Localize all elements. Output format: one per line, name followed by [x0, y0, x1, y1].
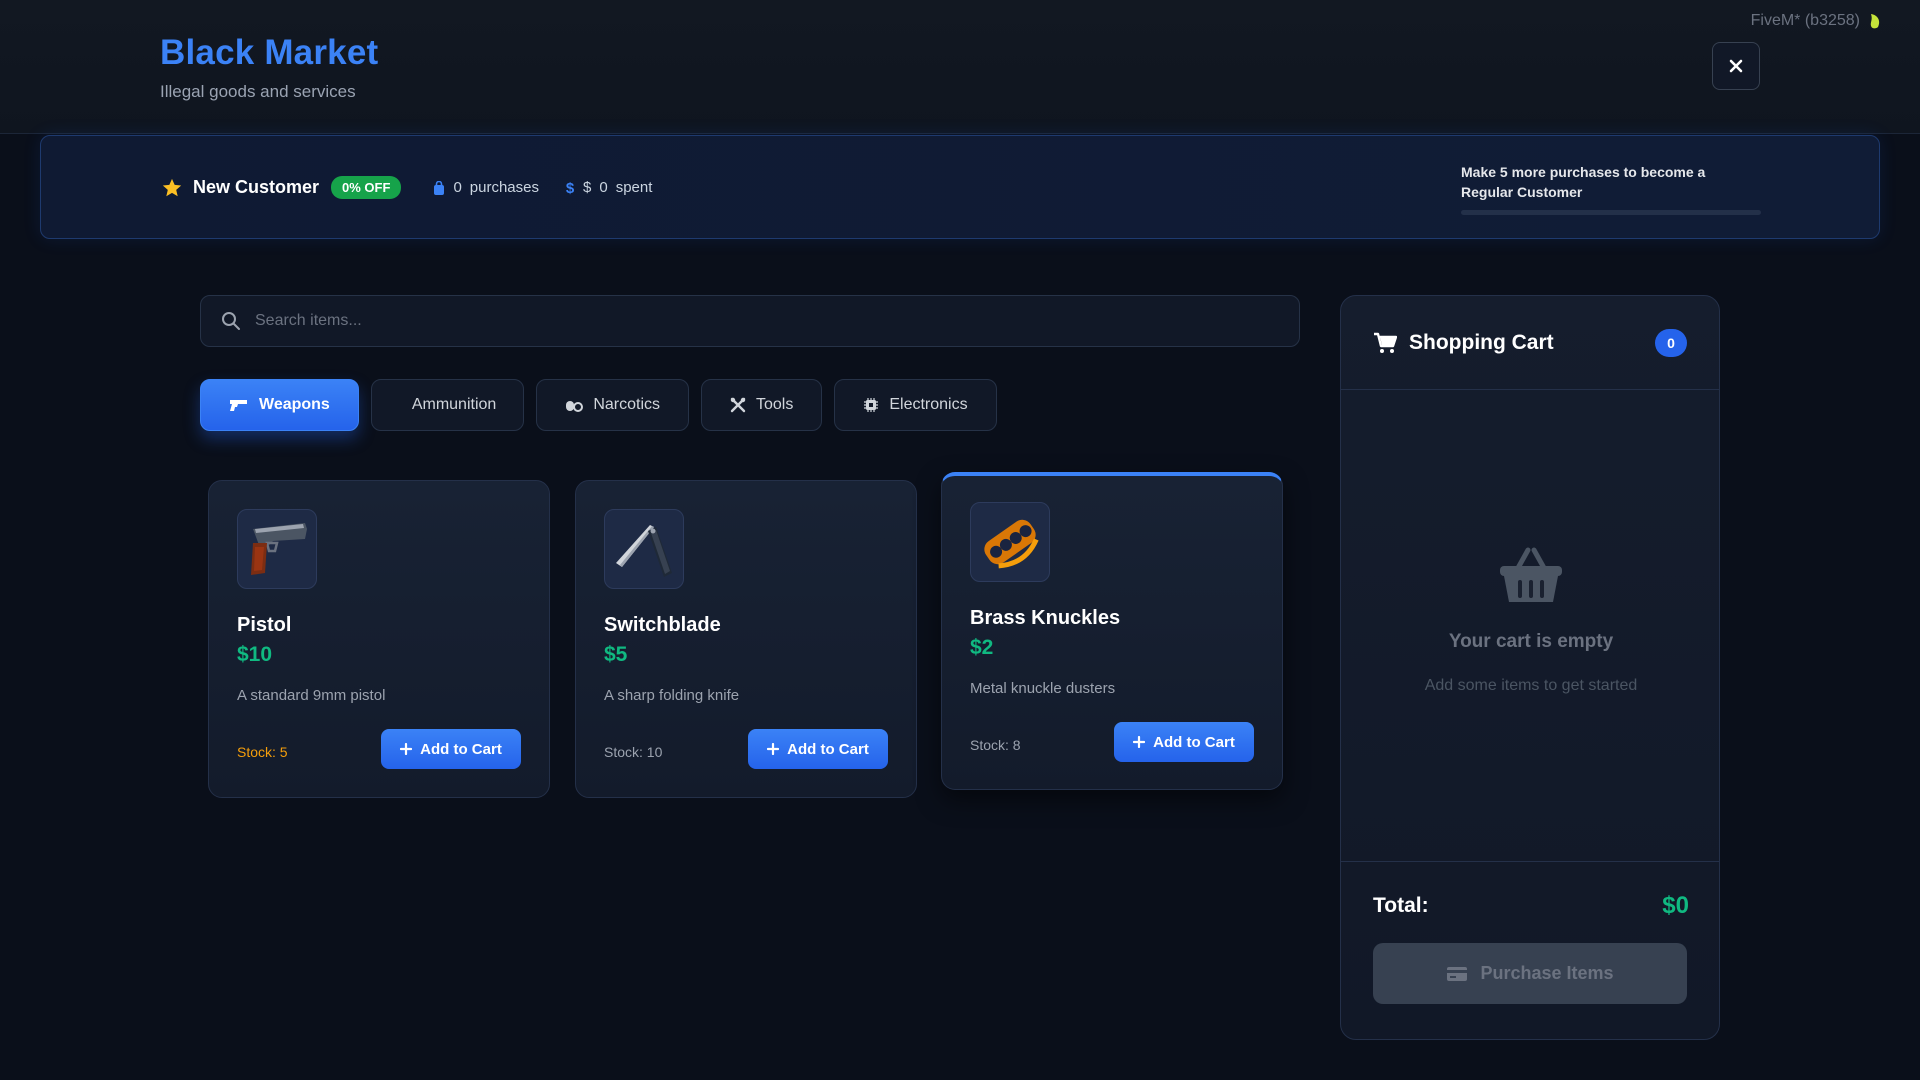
plus-icon — [767, 743, 780, 755]
gun-icon — [230, 400, 247, 411]
purchases-label: purchases — [469, 179, 539, 196]
tab-ammunition[interactable]: Ammunition — [370, 379, 525, 431]
brass-knuckles-icon — [984, 519, 1039, 569]
item-price: $2 — [970, 636, 994, 659]
chip-icon — [864, 398, 879, 412]
tab-label: Weapons — [259, 396, 330, 413]
tab-narcotics[interactable]: Narcotics — [536, 379, 689, 431]
star-icon — [162, 178, 182, 196]
loyalty-tier: New Customer 0% OFF 0 purchases $ $ 0 sp… — [161, 176, 652, 199]
add-to-cart-label: Add to Cart — [420, 740, 502, 758]
item-image — [604, 509, 684, 589]
tab-label: Electronics — [889, 396, 968, 413]
client-tag: FiveM* (b3258) — [1751, 12, 1882, 30]
plus-icon — [400, 743, 413, 755]
item-image — [237, 509, 317, 589]
item-name: Switchblade — [604, 614, 721, 636]
tab-label: Ammunition — [411, 396, 497, 413]
purchase-label: Purchase Items — [1480, 963, 1614, 983]
credit-card-icon — [1447, 966, 1468, 981]
search-bar[interactable] — [200, 295, 1300, 347]
tools-icon — [730, 397, 746, 413]
total-label: Total: — [1373, 894, 1429, 917]
pistol-icon — [251, 523, 307, 575]
item-description: A standard 9mm pistol — [237, 687, 386, 704]
add-to-cart-button[interactable]: Add to Cart — [381, 729, 521, 769]
category-tabs: Weapons Ammunition Narcotics Tools Elect… — [200, 379, 997, 431]
client-tag-label: FiveM* (b3258) — [1750, 12, 1860, 29]
close-button[interactable] — [1712, 42, 1760, 90]
item-card-brass-knuckles: Brass Knuckles $2 Metal knuckle dusters … — [941, 472, 1283, 790]
item-description: Metal knuckle dusters — [970, 680, 1116, 697]
item-price: $5 — [604, 643, 628, 666]
cart-header: Shopping Cart 0 — [1341, 296, 1719, 390]
item-image — [970, 502, 1050, 582]
cart-footer: Total: $0 Purchase Items — [1341, 861, 1719, 1039]
item-stock: Stock: 8 — [970, 737, 1021, 753]
spent-label: spent — [615, 179, 653, 196]
item-name: Brass Knuckles — [970, 607, 1121, 629]
purchase-button[interactable]: Purchase Items — [1373, 943, 1687, 1004]
cart-icon — [1374, 332, 1397, 353]
close-icon — [1729, 59, 1743, 73]
add-to-cart-label: Add to Cart — [787, 740, 869, 758]
progress-bar — [1461, 210, 1761, 215]
item-stock: Stock: 10 — [604, 744, 663, 760]
app-title: Black Market — [160, 33, 379, 72]
knife-icon — [616, 525, 672, 577]
cart-empty-title: Your cart is empty — [1448, 631, 1614, 652]
spent-stat: $ $ 0 spent — [565, 179, 653, 196]
add-to-cart-label: Add to Cart — [1153, 733, 1235, 751]
cart-empty-state: Your cart is empty Add some items to get… — [1341, 546, 1719, 695]
tab-weapons[interactable]: Weapons — [200, 379, 359, 431]
item-stock: Stock: 5 — [237, 744, 288, 760]
cart-count-badge: 0 — [1655, 328, 1687, 357]
tab-tools[interactable]: Tools — [701, 379, 823, 431]
tab-label: Tools — [756, 396, 794, 413]
plus-icon — [1133, 736, 1146, 748]
spent-currency: $ — [583, 179, 592, 196]
fivem-leaf-icon — [1870, 14, 1880, 29]
purchases-count: 0 — [453, 179, 462, 196]
item-description: A sharp folding knife — [604, 687, 740, 704]
spent-amount: 0 — [599, 179, 608, 196]
svg-text:$: $ — [566, 180, 575, 196]
progress-text: Make 5 more purchases to become a Regula… — [1461, 164, 1706, 200]
search-input[interactable] — [255, 312, 1255, 330]
loyalty-progress: Make 5 more purchases to become a Regula… — [1461, 162, 1761, 215]
shopping-cart-panel: Shopping Cart 0 Your cart is empty Add s… — [1340, 295, 1720, 1040]
cart-title: Shopping Cart — [1409, 330, 1554, 354]
tier-name: New Customer — [193, 177, 320, 197]
basket-icon — [1500, 547, 1562, 602]
loyalty-banner: New Customer 0% OFF 0 purchases $ $ 0 sp… — [40, 135, 1880, 239]
item-card-pistol: Pistol $10 A standard 9mm pistol Stock: … — [208, 480, 550, 798]
purchases-stat: 0 purchases — [433, 179, 539, 196]
search-icon — [222, 312, 240, 330]
tab-label: Narcotics — [593, 396, 660, 413]
dollar-icon: $ — [566, 180, 575, 196]
app-subtitle: Illegal goods and services — [160, 82, 356, 101]
header: Black Market Illegal goods and services … — [0, 0, 1920, 134]
cart-total-row: Total: $0 — [1373, 892, 1689, 920]
tab-electronics[interactable]: Electronics — [834, 379, 997, 431]
item-price: $10 — [237, 643, 273, 666]
bag-icon — [434, 180, 445, 195]
item-card-switchblade: Switchblade $5 A sharp folding knife Sto… — [575, 480, 917, 798]
cart-empty-subtitle: Add some items to get started — [1424, 677, 1638, 694]
item-name: Pistol — [237, 614, 292, 636]
pills-icon — [566, 401, 584, 412]
add-to-cart-button[interactable]: Add to Cart — [748, 729, 888, 769]
add-to-cart-button[interactable]: Add to Cart — [1114, 722, 1254, 762]
total-value: $0 — [1662, 892, 1689, 919]
discount-badge: 0% OFF — [331, 176, 402, 199]
